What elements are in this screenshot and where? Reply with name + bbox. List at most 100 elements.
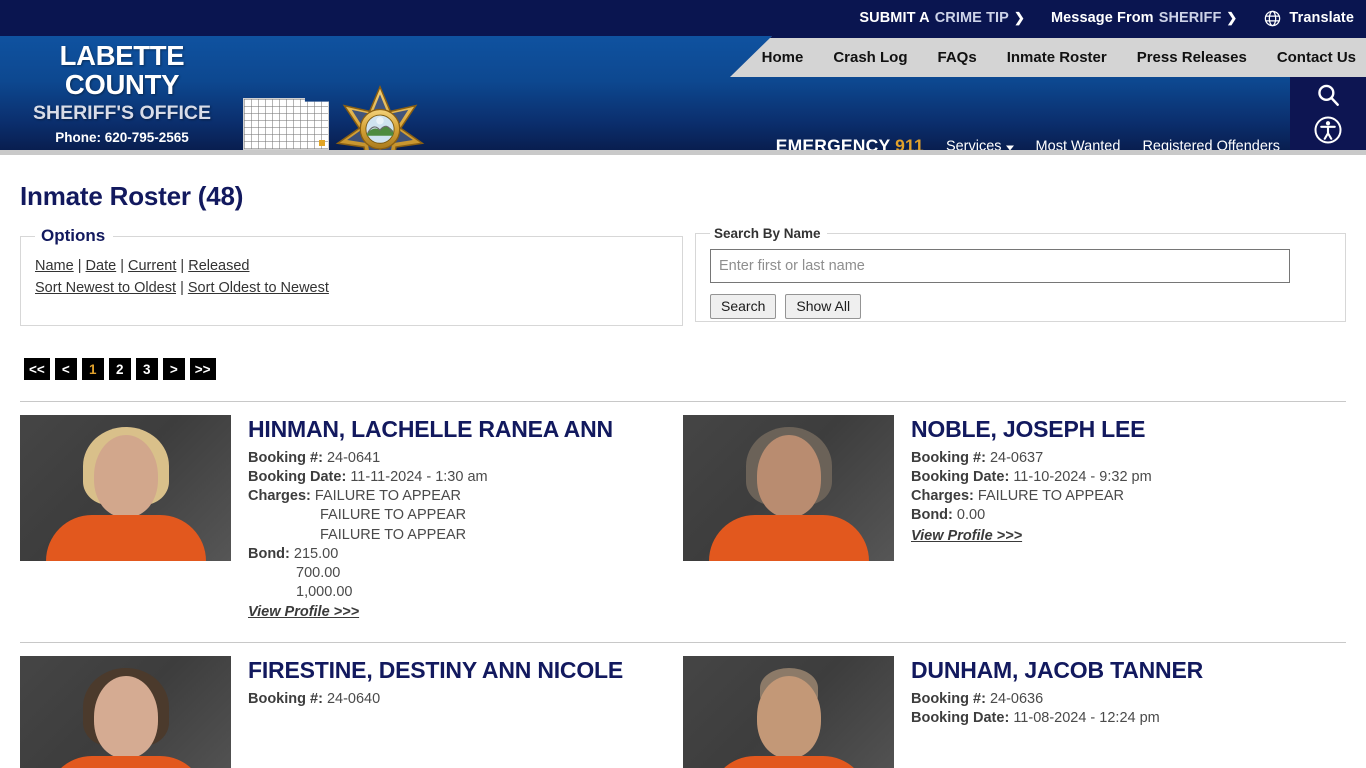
options-panel: Options Name | Date | Current | Released… (20, 226, 683, 326)
option-separator: | (180, 258, 185, 274)
page-content: Inmate Roster (48) Options Name | Date |… (0, 181, 1366, 768)
inmate-name[interactable]: DUNHAM, JACOB TANNER (911, 657, 1203, 683)
charges-row: Charges: FAILURE TO APPEAR (911, 487, 1152, 506)
inmate-fields: Booking #: 24-0636 Booking Date: 11-08-2… (911, 690, 1203, 728)
bond-row: Bond: 215.00 700.00 1,000.00 (248, 545, 613, 602)
charges-row: Charges: FAILURE TO APPEAR FAILURE TO AP… (248, 487, 613, 544)
charge-value: FAILURE TO APPEAR (314, 488, 462, 505)
header-icon-column (1290, 77, 1366, 155)
booking-number-row: Booking #: 24-0641 (248, 449, 613, 468)
header-bottom-divider (0, 150, 1366, 155)
submit-crime-tip-strong: SUBMIT A (859, 10, 930, 26)
org-name-line2: SHERIFF'S OFFICE (33, 101, 211, 124)
booking-date-value: 11-10-2024 - 9:32 pm (1013, 469, 1152, 486)
inmate-card: HINMAN, LACHELLE RANEA ANN Booking #: 24… (20, 402, 683, 621)
booking-date-row: Booking Date: 11-10-2024 - 9:32 pm (911, 468, 1152, 487)
inmate-fields: Booking #: 24-0637 Booking Date: 11-10-2… (911, 449, 1152, 526)
bond-value: 700.00 (296, 564, 341, 581)
globe-icon (1263, 9, 1282, 28)
message-from-sheriff-rest: SHERIFF (1158, 10, 1222, 26)
inmate-details: HINMAN, LACHELLE RANEA ANN Booking #: 24… (248, 415, 613, 621)
nav-item-home[interactable]: Home (762, 49, 804, 66)
inmate-fields: Booking #: 24-0641 Booking Date: 11-11-2… (248, 449, 613, 602)
booking-date-value: 11-11-2024 - 1:30 am (350, 469, 488, 486)
pagination-page-2[interactable]: 2 (108, 358, 131, 380)
option-link-current[interactable]: Current (128, 258, 176, 274)
booking-date-label: Booking Date: (911, 469, 1010, 486)
inmate-details: DUNHAM, JACOB TANNER Booking #: 24-0636 … (911, 656, 1203, 768)
option-link-sort-newest-to-oldest[interactable]: Sort Newest to Oldest (35, 280, 176, 296)
org-name-line1: LABETTE COUNTY (59, 40, 185, 100)
top-utility-bar: SUBMIT A CRIME TIP ❯ Message From SHERIF… (0, 0, 1366, 36)
accessibility-icon[interactable] (1313, 115, 1343, 150)
charge-value: FAILURE TO APPEAR (320, 507, 467, 524)
pagination-prev[interactable]: < (54, 358, 77, 380)
booking-number-value: 24-0637 (989, 450, 1044, 467)
options-legend: Options (41, 226, 106, 245)
nav-item-contact-us[interactable]: Contact Us (1277, 49, 1356, 66)
chevron-right-icon: ❯ (1013, 10, 1025, 25)
show-all-button[interactable]: Show All (785, 294, 862, 319)
pagination-page-3[interactable]: 3 (135, 358, 158, 380)
charge-value: FAILURE TO APPEAR (977, 488, 1125, 505)
charges-label: Charges: (911, 488, 974, 505)
view-profile-link[interactable]: View Profile >>> (911, 528, 1022, 544)
inmate-details: NOBLE, JOSEPH LEE Booking #: 24-0637 Boo… (911, 415, 1152, 621)
search-button[interactable]: Search (710, 294, 777, 319)
search-panel: Search By Name Search Show All (695, 226, 1346, 322)
options-row-filters: Name | Date | Current | Released (35, 258, 668, 274)
mugshot-photo (683, 656, 894, 768)
roster-row: FIRESTINE, DESTINY ANN NICOLE Booking #:… (20, 643, 1346, 768)
inmate-name[interactable]: FIRESTINE, DESTINY ANN NICOLE (248, 657, 623, 683)
option-link-sort-oldest-to-newest[interactable]: Sort Oldest to Newest (188, 280, 329, 296)
primary-navigation: Home Crash Log FAQs Inmate Roster Press … (730, 36, 1366, 77)
nav-item-crash-log[interactable]: Crash Log (833, 49, 907, 66)
translate-link[interactable]: Translate (1263, 9, 1354, 28)
site-header: LABETTE COUNTY SHERIFF'S OFFICE Phone: 6… (0, 36, 1366, 155)
nav-item-faqs[interactable]: FAQs (938, 49, 977, 66)
booking-date-row: Booking Date: 11-11-2024 - 1:30 am (248, 468, 613, 487)
option-separator: | (120, 258, 124, 274)
pagination-last[interactable]: >> (189, 358, 216, 380)
booking-date-row: Booking Date: 11-08-2024 - 12:24 pm (911, 709, 1203, 728)
inmate-name[interactable]: NOBLE, JOSEPH LEE (911, 416, 1152, 442)
pagination: << < 1 2 3 > >> (24, 358, 1346, 380)
submit-crime-tip-link[interactable]: SUBMIT A CRIME TIP ❯ (859, 10, 1025, 26)
filters-row: Options Name | Date | Current | Released… (20, 226, 1346, 326)
option-link-name[interactable]: Name (35, 258, 74, 274)
booking-number-label: Booking #: (911, 691, 986, 708)
nav-item-inmate-roster[interactable]: Inmate Roster (1007, 49, 1107, 66)
nav-item-press-releases[interactable]: Press Releases (1137, 49, 1247, 66)
pagination-next[interactable]: > (162, 358, 185, 380)
page-title: Inmate Roster (48) (20, 181, 244, 211)
office-phone: Phone: 620-795-2565 (55, 130, 189, 146)
inmate-card: NOBLE, JOSEPH LEE Booking #: 24-0637 Boo… (683, 402, 1346, 621)
charge-value: FAILURE TO APPEAR (320, 526, 467, 543)
search-icon[interactable] (1315, 82, 1341, 113)
site-branding[interactable]: LABETTE COUNTY SHERIFF'S OFFICE Phone: 6… (8, 40, 236, 146)
option-separator: | (180, 280, 184, 296)
inmate-card: FIRESTINE, DESTINY ANN NICOLE Booking #:… (20, 643, 683, 768)
option-link-released[interactable]: Released (188, 258, 249, 274)
mugshot-photo (20, 656, 231, 768)
booking-number-label: Booking #: (248, 450, 323, 467)
pagination-page-1[interactable]: 1 (81, 358, 104, 380)
roster-row: HINMAN, LACHELLE RANEA ANN Booking #: 24… (20, 402, 1346, 621)
inmate-card: DUNHAM, JACOB TANNER Booking #: 24-0636 … (683, 643, 1346, 768)
charges-label: Charges: (248, 488, 311, 505)
view-profile-link[interactable]: View Profile >>> (248, 604, 359, 620)
booking-number-value: 24-0641 (326, 450, 381, 467)
option-link-date[interactable]: Date (86, 258, 117, 274)
submit-crime-tip-rest: CRIME TIP (934, 10, 1009, 26)
booking-number-row: Booking #: 24-0640 (248, 690, 623, 709)
bond-value: 215.00 (293, 545, 339, 562)
option-separator: | (77, 258, 82, 274)
booking-number-value: 24-0636 (989, 691, 1044, 708)
pagination-first[interactable]: << (24, 358, 50, 380)
inmate-name[interactable]: HINMAN, LACHELLE RANEA ANN (248, 416, 613, 442)
search-input[interactable] (710, 249, 1290, 283)
message-from-sheriff-link[interactable]: Message From SHERIFF ❯ (1051, 10, 1237, 26)
search-buttons: Search Show All (710, 294, 1331, 319)
options-row-sorting: Sort Newest to Oldest | Sort Oldest to N… (35, 280, 668, 296)
booking-date-value: 11-08-2024 - 12:24 pm (1013, 710, 1160, 727)
